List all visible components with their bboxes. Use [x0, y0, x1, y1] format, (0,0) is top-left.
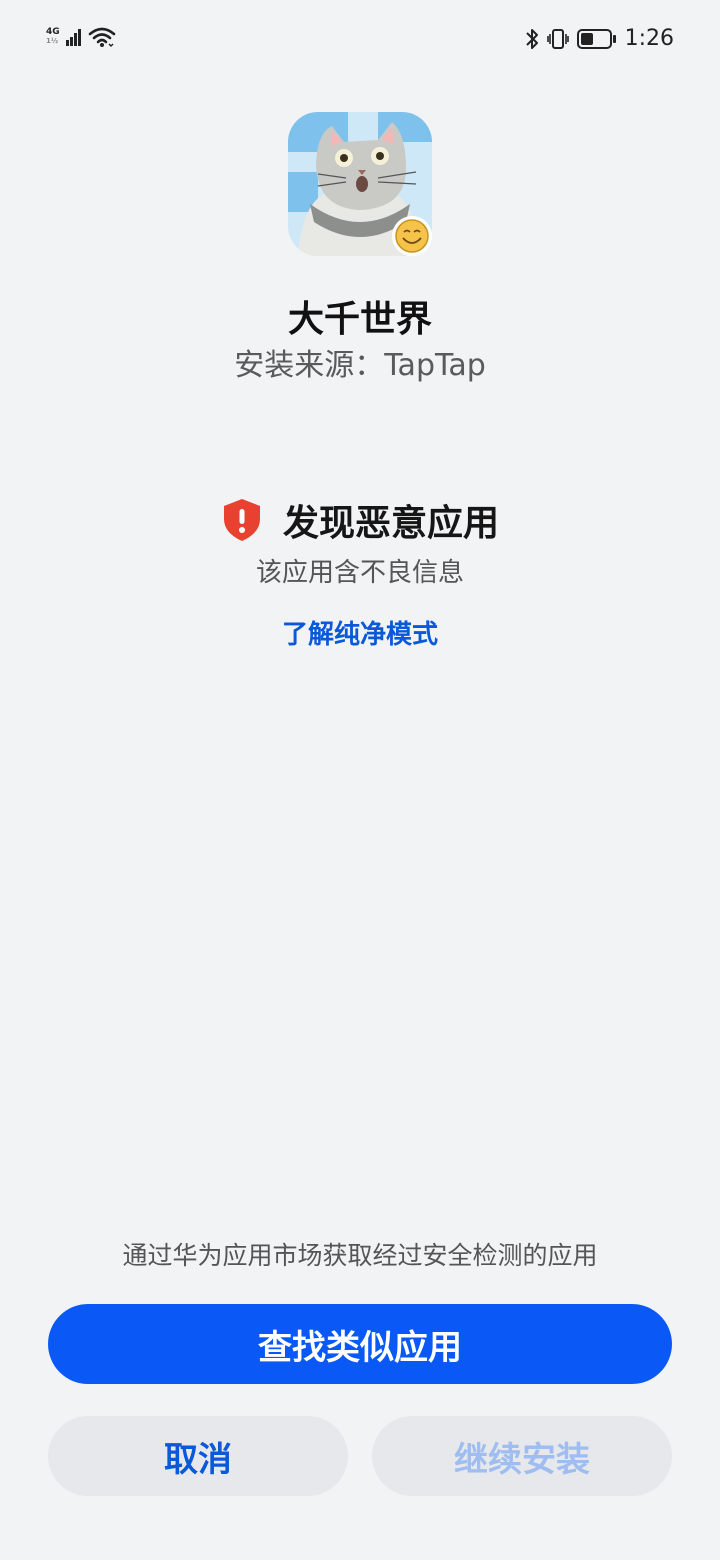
warning-description: 该应用含不良信息 — [255, 558, 464, 588]
bluetooth-icon — [525, 28, 538, 49]
malware-warning: 发现恶意应用 — [0, 494, 720, 546]
status-bar: 4G 1½ 1:26 — [0, 0, 720, 80]
warning-title: 发现恶意应用 — [282, 503, 499, 544]
network-label: 4G — [46, 27, 60, 37]
continue-install-button[interactable]: 继续安装 — [372, 1416, 672, 1496]
cancel-button[interactable]: 取消 — [48, 1416, 348, 1496]
shield-alert-icon — [223, 499, 260, 541]
vibrate-icon — [546, 28, 569, 49]
status-left: 4G 1½ — [46, 26, 116, 48]
learn-pure-mode-link[interactable]: 了解纯净模式 — [0, 614, 720, 651]
network-type: 4G 1½ — [46, 28, 60, 46]
status-right: 1:26 — [525, 26, 674, 51]
install-source: 安装来源：TapTap — [234, 348, 486, 383]
signal-icon — [65, 29, 81, 46]
emoji-badge-icon — [390, 214, 434, 258]
network-sub-label: 1½ — [46, 37, 59, 45]
find-similar-apps-button[interactable]: 查找类似应用 — [48, 1304, 672, 1384]
wifi-icon — [88, 27, 115, 47]
clock: 1:26 — [624, 26, 674, 51]
battery-icon — [576, 28, 616, 49]
appgallery-hint: 通过华为应用市场获取经过安全检测的应用 — [122, 1241, 598, 1270]
app-name: 大千世界 — [287, 299, 432, 340]
